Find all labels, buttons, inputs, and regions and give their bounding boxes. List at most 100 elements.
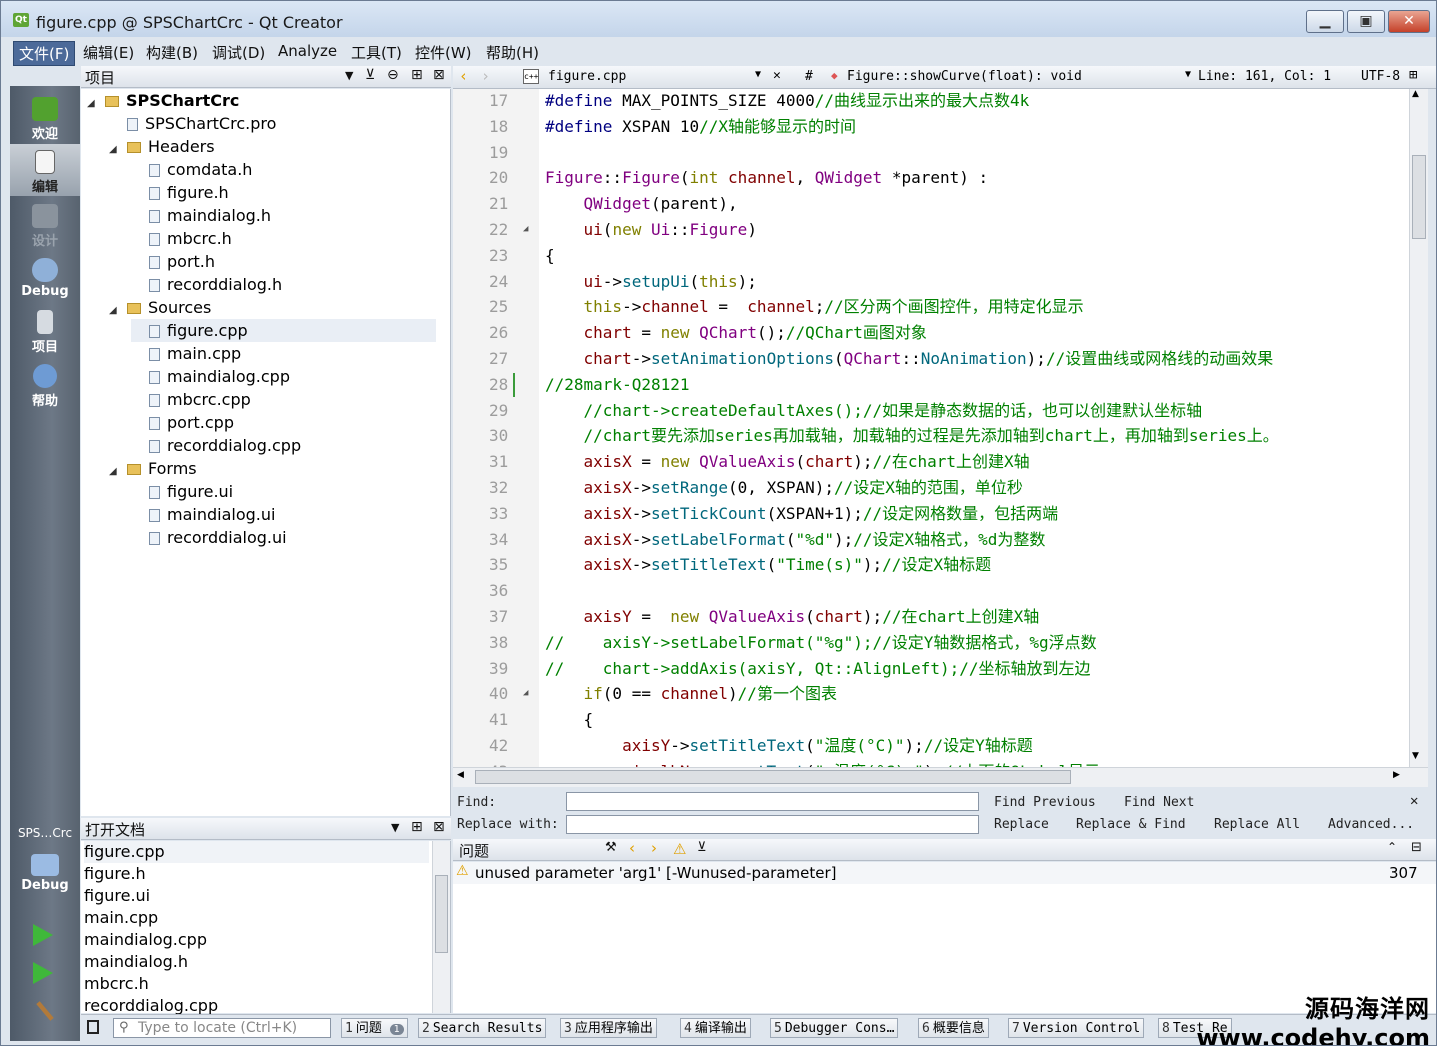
- menu-file[interactable]: 文件(F): [13, 41, 76, 66]
- mode-edit[interactable]: 编辑: [10, 144, 80, 196]
- symbol-selector[interactable]: Figure::showCurve(float): void: [847, 69, 1082, 84]
- split-icon[interactable]: ⊞: [1409, 67, 1417, 83]
- sidebar-toggle-icon[interactable]: [87, 1020, 99, 1034]
- scroll-down-icon[interactable]: ▼: [1412, 751, 1419, 761]
- open-doc-item[interactable]: maindialog.cpp: [84, 929, 429, 951]
- menu-tools[interactable]: 工具(T): [346, 41, 407, 64]
- mode-project[interactable]: 项目: [10, 304, 80, 356]
- code-line[interactable]: //28mark-Q28121: [545, 373, 690, 397]
- code-line[interactable]: //chart->createDefaultAxes();//如果是静态数据的话…: [545, 399, 1203, 423]
- code-line[interactable]: axisX->setRange(0, XSPAN);//设定X轴的范围，单位秒: [545, 476, 1023, 500]
- code-line[interactable]: {: [545, 244, 555, 268]
- expand-arrow-icon[interactable]: ◢: [87, 92, 99, 115]
- mode-debug[interactable]: Debug: [10, 252, 80, 304]
- output-tab-version-control[interactable]: 7 Version Control: [1008, 1018, 1145, 1038]
- issue-row[interactable]: ⚠ unused parameter 'arg1' [-Wunused-para…: [453, 862, 1436, 884]
- replace-all-button[interactable]: Replace All: [1214, 817, 1300, 832]
- menu-edit[interactable]: 编辑(E): [78, 41, 139, 64]
- code-line[interactable]: ui->lbName->setText(" 温度(°C):");//上面的QLa…: [545, 760, 1100, 767]
- code-editor[interactable]: #define MAX_POINTS_SIZE 4000//曲线显示出来的最大点…: [539, 89, 1409, 767]
- code-line[interactable]: axisY->setTitleText("温度(°C)");//设定Y轴标题: [545, 734, 1033, 758]
- code-line[interactable]: axisX = new QValueAxis(chart);//在chart上创…: [545, 450, 1030, 474]
- editor-file-name[interactable]: figure.cpp: [548, 69, 626, 84]
- mode-help[interactable]: 帮助: [10, 358, 80, 410]
- open-doc-item[interactable]: figure.cpp: [84, 841, 429, 863]
- menu-debug[interactable]: 调试(D): [207, 41, 270, 64]
- scroll-right-icon[interactable]: ▶: [1393, 770, 1400, 780]
- find-input[interactable]: [566, 792, 979, 811]
- open-doc-item[interactable]: mbcrc.h: [84, 973, 429, 995]
- code-line[interactable]: //chart要先添加series再加载轴，加载轴的过程是先添加轴到chart上…: [545, 424, 1279, 448]
- tree-folder[interactable]: ◢ Headers: [109, 135, 215, 158]
- tree-file[interactable]: figure.h: [131, 181, 229, 204]
- code-line[interactable]: chart = new QChart();//QChart画图对象: [545, 321, 927, 345]
- link-icon[interactable]: ⊖: [387, 67, 399, 83]
- find-previous-button[interactable]: Find Previous: [994, 795, 1096, 810]
- chevron-down-icon[interactable]: ▼: [1185, 69, 1191, 80]
- tree-file[interactable]: recorddialog.ui: [131, 526, 287, 549]
- code-line[interactable]: if(0 == channel)//第一个图表: [545, 682, 837, 706]
- filter-icon[interactable]: ⊻: [365, 67, 375, 83]
- mode-design[interactable]: 设计: [10, 198, 80, 250]
- replace-find-button[interactable]: Replace & Find: [1076, 817, 1186, 832]
- code-line[interactable]: axisY = new QValueAxis(chart);//在chart上创…: [545, 605, 1040, 629]
- warning-filter-icon[interactable]: ⚠: [673, 840, 686, 858]
- tree-file[interactable]: mbcrc.h: [131, 227, 232, 250]
- code-line[interactable]: ui(new Ui::Figure): [545, 218, 757, 242]
- chevron-down-icon[interactable]: ▼: [391, 821, 399, 834]
- code-line[interactable]: #define MAX_POINTS_SIZE 4000//曲线显示出来的最大点…: [545, 89, 1029, 113]
- open-doc-item[interactable]: figure.ui: [84, 885, 429, 907]
- code-line[interactable]: ui->setupUi(this);: [545, 270, 757, 294]
- locator-input[interactable]: ⚲ Type to locate (Ctrl+K): [113, 1018, 331, 1038]
- minimize-button[interactable]: ▁: [1306, 10, 1344, 33]
- close-document-icon[interactable]: ✕: [773, 68, 781, 83]
- open-doc-item[interactable]: main.cpp: [84, 907, 429, 929]
- mode-welcome[interactable]: 欢迎: [10, 91, 80, 143]
- tree-file[interactable]: SPSChartCrc.pro: [109, 112, 276, 135]
- code-line[interactable]: axisX->setTickCount(XSPAN+1);//设定网格数量，包括…: [545, 502, 1059, 526]
- split-icon[interactable]: ⊞: [411, 819, 423, 835]
- tree-file[interactable]: recorddialog.h: [131, 273, 282, 296]
- editor-hscrollbar[interactable]: ◀ ▶: [453, 767, 1428, 787]
- code-line[interactable]: axisX->setLabelFormat("%d");//设定X轴格式，%d为…: [545, 528, 1046, 552]
- tree-file[interactable]: maindialog.h: [131, 204, 271, 227]
- output-tab-issues[interactable]: 1 问题 1: [341, 1018, 408, 1038]
- docs-scroll-thumb[interactable]: [435, 875, 448, 953]
- menu-build[interactable]: 构建(B): [141, 41, 203, 64]
- build-hammer-icon[interactable]: [30, 996, 61, 1027]
- close-pane-icon[interactable]: ⊠: [433, 67, 445, 83]
- output-tab-search-results[interactable]: 2 Search Results: [418, 1018, 547, 1038]
- encoding-label[interactable]: UTF-8: [1361, 69, 1400, 84]
- scroll-left-icon[interactable]: ◀: [457, 770, 464, 780]
- code-line[interactable]: // axisY->setLabelFormat("%g");//设定Y轴数据格…: [545, 631, 1097, 655]
- tree-folder[interactable]: ◢ Forms: [109, 457, 197, 480]
- tree-file[interactable]: port.cpp: [131, 411, 234, 434]
- close-button[interactable]: ✕: [1388, 10, 1430, 33]
- menu-controls[interactable]: 控件(W): [410, 41, 477, 64]
- replace-input[interactable]: [566, 815, 979, 834]
- run-icon[interactable]: [33, 924, 53, 946]
- code-line[interactable]: Figure::Figure(int channel, QWidget *par…: [545, 166, 988, 190]
- chevron-down-icon[interactable]: ▼: [755, 69, 761, 80]
- tree-folder[interactable]: ◢ SPSChartCrc: [87, 89, 239, 112]
- advanced-button[interactable]: Advanced...: [1328, 817, 1414, 832]
- build-icon[interactable]: ⚒: [605, 840, 617, 855]
- tree-file[interactable]: comdata.h: [131, 158, 252, 181]
- maximize-pane-icon[interactable]: ⌃: [1387, 840, 1397, 854]
- editor-scroll-thumb[interactable]: [1412, 155, 1426, 239]
- forward-arrow-icon[interactable]: ›: [481, 67, 490, 85]
- tree-file[interactable]: figure.ui: [131, 480, 233, 503]
- code-line[interactable]: QWidget(parent),: [545, 192, 738, 216]
- find-next-button[interactable]: Find Next: [1124, 795, 1194, 810]
- editor-hscroll-thumb[interactable]: [475, 770, 1071, 784]
- docs-scrollbar[interactable]: [432, 841, 450, 1013]
- replace-button[interactable]: Replace: [994, 817, 1049, 832]
- open-doc-item[interactable]: figure.h: [84, 863, 429, 885]
- split-icon[interactable]: ⊞: [411, 67, 423, 83]
- code-line[interactable]: this->channel = channel;//区分两个画图控件，用特定化显…: [545, 295, 1084, 319]
- tree-file[interactable]: mbcrc.cpp: [131, 388, 251, 411]
- close-icon[interactable]: ✕: [1410, 793, 1418, 809]
- code-line[interactable]: #define XSPAN 10//X轴能够显示的时间: [545, 115, 856, 139]
- tree-file[interactable]: figure.cpp: [131, 319, 436, 342]
- expand-arrow-icon[interactable]: ◢: [109, 460, 121, 483]
